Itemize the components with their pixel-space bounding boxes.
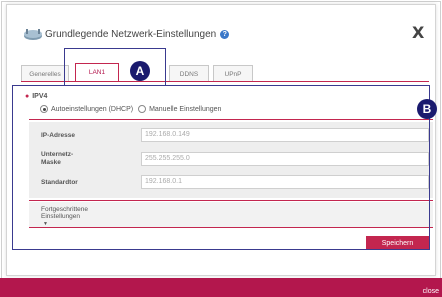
close-icon[interactable]: X xyxy=(412,23,424,42)
tab-upnp[interactable]: UPnP xyxy=(213,65,253,82)
callout-a-box xyxy=(64,48,166,86)
tab-ddns[interactable]: DDNS xyxy=(169,65,209,82)
callout-a-badge: A xyxy=(130,61,150,81)
callout-b-badge: B xyxy=(417,99,437,119)
router-icon xyxy=(24,29,42,40)
bottom-bar xyxy=(0,278,442,297)
dialog-title-text: Grundlegende Netzwerk-Einstellungen xyxy=(45,29,217,40)
callout-b-box xyxy=(12,85,430,250)
outer-close-link[interactable]: close xyxy=(423,288,439,295)
help-icon[interactable]: ? xyxy=(220,29,230,39)
dialog-title: Grundlegende Netzwerk-Einstellungen? xyxy=(45,29,230,40)
tab-generelles[interactable]: Generelles xyxy=(21,65,69,82)
